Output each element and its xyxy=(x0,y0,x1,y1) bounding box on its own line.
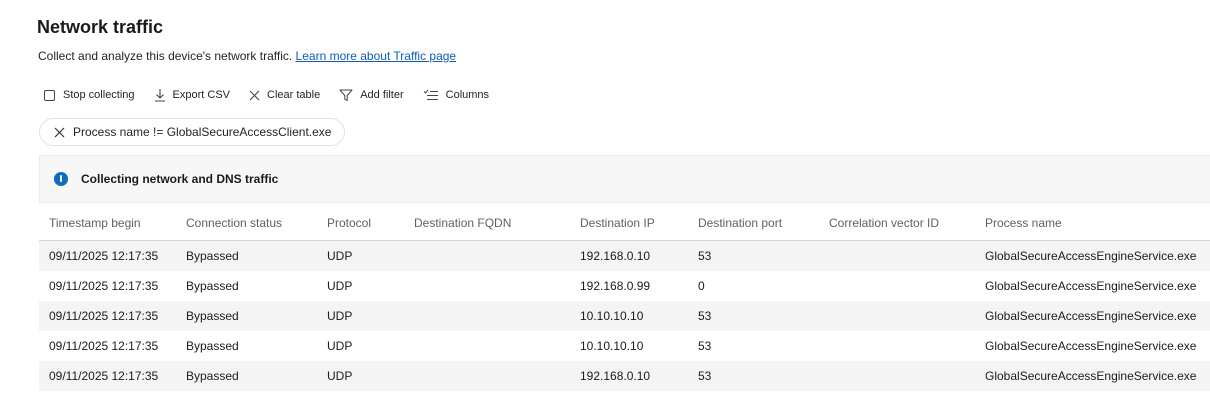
cell-destination-ip: 192.168.0.10 xyxy=(580,369,651,383)
page-description: Collect and analyze this device's networ… xyxy=(38,49,456,63)
learn-more-link[interactable]: Learn more about Traffic page xyxy=(296,49,457,63)
stop-collecting-button[interactable]: Stop collecting xyxy=(44,89,135,101)
cell-destination-port: 53 xyxy=(698,309,712,323)
cell-process-name: GlobalSecureAccessEngineService.exe xyxy=(985,249,1197,263)
stop-collecting-checkbox-icon[interactable] xyxy=(44,89,55,101)
cell-destination-ip: 192.168.0.99 xyxy=(580,279,651,293)
traffic-table: Timestamp begin Connection status Protoc… xyxy=(39,208,1210,391)
column-header-protocol[interactable]: Protocol xyxy=(327,207,371,239)
add-filter-label: Add filter xyxy=(360,89,404,101)
cell-process-name: GlobalSecureAccessEngineService.exe xyxy=(985,279,1197,293)
cell-process-name: GlobalSecureAccessEngineService.exe xyxy=(985,369,1197,383)
column-header-destination-ip[interactable]: Destination IP xyxy=(580,207,655,239)
toolbar: Stop collecting Export CSV Clear table A… xyxy=(44,85,508,105)
info-icon xyxy=(54,172,68,186)
cell-destination-ip: 10.10.10.10 xyxy=(580,339,644,353)
column-header-correlation-vector-id[interactable]: Correlation vector ID xyxy=(829,207,939,239)
cell-destination-port: 0 xyxy=(698,279,705,293)
column-header-destination-fqdn[interactable]: Destination FQDN xyxy=(414,207,511,239)
column-header-process-name[interactable]: Process name xyxy=(985,207,1062,239)
cell-destination-ip: 192.168.0.10 xyxy=(580,249,651,263)
table-header: Timestamp begin Connection status Protoc… xyxy=(39,208,1210,241)
column-header-destination-port[interactable]: Destination port xyxy=(698,207,782,239)
description-text: Collect and analyze this device's networ… xyxy=(38,49,293,63)
cell-connection-status: Bypassed xyxy=(186,279,239,293)
cell-protocol: UDP xyxy=(327,279,353,293)
cell-protocol: UDP xyxy=(327,249,353,263)
add-filter-button[interactable]: Add filter xyxy=(339,89,404,102)
export-csv-label: Export CSV xyxy=(172,89,231,101)
cell-timestamp-begin: 09/11/2025 12:17:35 xyxy=(49,369,159,383)
columns-label: Columns xyxy=(445,89,490,101)
cell-protocol: UDP xyxy=(327,309,353,323)
table-row[interactable]: 09/11/2025 12:17:35 Bypassed UDP 192.168… xyxy=(39,271,1210,301)
close-icon xyxy=(249,90,260,100)
clear-table-button[interactable]: Clear table xyxy=(249,89,320,101)
columns-icon xyxy=(423,89,438,100)
column-header-timestamp-begin[interactable]: Timestamp begin xyxy=(49,207,141,239)
export-csv-button[interactable]: Export CSV xyxy=(154,88,230,102)
table-row[interactable]: 09/11/2025 12:17:35 Bypassed UDP 192.168… xyxy=(39,241,1210,271)
banner-text: Collecting network and DNS traffic xyxy=(81,172,279,186)
cell-process-name: GlobalSecureAccessEngineService.exe xyxy=(985,339,1197,353)
remove-filter-button[interactable] xyxy=(54,127,65,138)
cell-timestamp-begin: 09/11/2025 12:17:35 xyxy=(49,279,159,293)
cell-destination-port: 53 xyxy=(698,339,712,353)
filter-chip: Process name != GlobalSecureAccessClient… xyxy=(39,118,346,146)
cell-destination-ip: 10.10.10.10 xyxy=(580,309,644,323)
cell-destination-port: 53 xyxy=(698,249,712,263)
table-row[interactable]: 09/11/2025 12:17:35 Bypassed UDP 10.10.1… xyxy=(39,331,1210,361)
table-row[interactable]: 09/11/2025 12:17:35 Bypassed UDP 192.168… xyxy=(39,361,1210,391)
close-icon xyxy=(54,127,65,137)
download-icon xyxy=(154,89,165,102)
cell-connection-status: Bypassed xyxy=(186,249,239,263)
cell-protocol: UDP xyxy=(327,339,353,353)
cell-connection-status: Bypassed xyxy=(186,369,239,383)
stop-collecting-label: Stop collecting xyxy=(63,89,135,101)
cell-timestamp-begin: 09/11/2025 12:17:35 xyxy=(49,249,159,263)
table-body: 09/11/2025 12:17:35 Bypassed UDP 192.168… xyxy=(39,241,1210,391)
columns-button[interactable]: Columns xyxy=(423,89,489,102)
column-header-connection-status[interactable]: Connection status xyxy=(186,207,282,239)
cell-timestamp-begin: 09/11/2025 12:17:35 xyxy=(49,309,159,323)
clear-table-label: Clear table xyxy=(267,89,321,101)
filter-icon xyxy=(339,89,353,101)
cell-connection-status: Bypassed xyxy=(186,309,239,323)
cell-connection-status: Bypassed xyxy=(186,339,239,353)
page-title: Network traffic xyxy=(37,17,164,37)
cell-process-name: GlobalSecureAccessEngineService.exe xyxy=(985,309,1197,323)
status-banner: Collecting network and DNS traffic xyxy=(39,155,1210,203)
filter-chip-label: Process name != GlobalSecureAccessClient… xyxy=(73,125,332,139)
cell-protocol: UDP xyxy=(327,369,353,383)
table-row[interactable]: 09/11/2025 12:17:35 Bypassed UDP 10.10.1… xyxy=(39,301,1210,331)
cell-destination-port: 53 xyxy=(698,369,712,383)
cell-timestamp-begin: 09/11/2025 12:17:35 xyxy=(49,339,159,353)
